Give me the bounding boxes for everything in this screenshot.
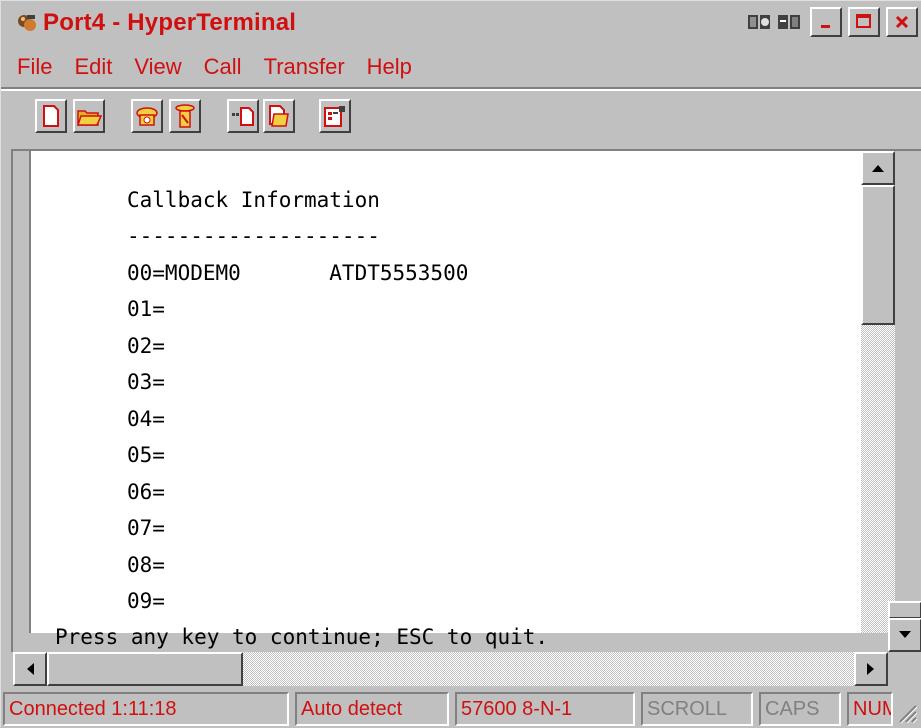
hang-up-icon (175, 104, 195, 128)
tray-icon-2 (774, 7, 804, 37)
vertical-scroll-thumb-lower[interactable] (888, 601, 921, 619)
terminal-line-entry: 08= (127, 553, 165, 577)
send-file-icon (232, 107, 254, 126)
terminal-line-entry: 05= (127, 443, 165, 467)
status-connected: Connected 1:11:18 (3, 692, 289, 726)
scroll-down-button[interactable] (888, 618, 921, 652)
terminal-screen[interactable]: Callback Information -------------------… (29, 151, 895, 649)
terminal-frame: Callback Information -------------------… (11, 149, 921, 652)
scroll-left-button[interactable] (13, 652, 47, 686)
arrow-right-icon (867, 663, 874, 675)
receive-button[interactable] (263, 99, 295, 133)
connect-button[interactable] (131, 99, 163, 133)
new-document-icon (43, 105, 59, 127)
menu-view[interactable]: View (134, 54, 181, 80)
terminal-line-underline: -------------------- (127, 224, 380, 248)
arrow-down-icon (899, 631, 911, 638)
menu-call[interactable]: Call (204, 54, 242, 80)
terminal-line-heading: Callback Information (127, 188, 380, 212)
menu-help[interactable]: Help (367, 54, 412, 80)
terminal-line-entry: 09= (127, 589, 165, 613)
hyperterminal-app-icon[interactable] (15, 11, 39, 35)
menu-file[interactable]: File (17, 54, 52, 80)
title-bar[interactable]: Port4 - HyperTerminal (1, 1, 921, 45)
menu-edit[interactable]: Edit (74, 54, 112, 80)
toolbar (1, 89, 921, 149)
terminal-line-entry: 06= (127, 480, 165, 504)
vertical-scrollbar[interactable] (861, 151, 895, 633)
system-tray-icons (744, 7, 804, 37)
terminal-line-entry: 03= (127, 370, 165, 394)
arrow-left-icon (27, 663, 34, 675)
close-icon (895, 15, 909, 29)
terminal-line-entry: 02= (127, 334, 165, 358)
minimize-button[interactable] (810, 7, 842, 37)
minimize-icon (821, 25, 830, 28)
horizontal-scrollbar[interactable] (13, 652, 888, 686)
properties-button[interactable] (319, 99, 351, 133)
maximize-button[interactable] (848, 7, 880, 37)
arrow-up-icon (872, 165, 884, 172)
horizontal-scroll-thumb[interactable] (47, 652, 243, 686)
vertical-scroll-track-lower[interactable] (888, 601, 921, 652)
status-num: NUM (847, 692, 893, 726)
status-scroll: SCROLL (641, 692, 753, 726)
status-detect: Auto detect (295, 692, 449, 726)
resize-grip-icon[interactable] (896, 702, 918, 724)
scroll-right-button[interactable] (854, 652, 888, 686)
send-button[interactable] (227, 99, 259, 133)
status-caps: CAPS (759, 692, 841, 726)
terminal-line-entry: 07= (127, 516, 165, 540)
terminal-prompt: Press any key to continue; ESC to quit. (55, 625, 549, 649)
close-button[interactable] (886, 7, 918, 37)
open-folder-icon (76, 110, 102, 126)
terminal-line-entry: 00=MODEM0 ATDT5553500 (127, 261, 469, 285)
receive-file-icon (269, 105, 289, 127)
status-bar: Connected 1:11:18 Auto detect 57600 8-N-… (1, 688, 921, 728)
status-port-settings: 57600 8-N-1 (455, 692, 635, 726)
new-connection-button[interactable] (35, 99, 67, 133)
phone-icon (136, 107, 158, 126)
vertical-scroll-thumb[interactable] (861, 185, 895, 325)
menu-transfer[interactable]: Transfer (264, 54, 345, 80)
terminal-line-entry: 01= (127, 297, 165, 321)
maximize-icon (856, 14, 871, 28)
properties-icon (324, 106, 345, 127)
terminal-line-entry: 04= (127, 407, 165, 431)
menu-bar: File Edit View Call Transfer Help (1, 51, 921, 83)
window-title: Port4 - HyperTerminal (43, 9, 297, 36)
scroll-up-button[interactable] (861, 151, 895, 185)
tray-icon-1 (744, 7, 774, 37)
hyperterminal-window: Port4 - HyperTerminal File Edit View Cal… (0, 0, 921, 728)
disconnect-button[interactable] (169, 99, 201, 133)
open-button[interactable] (73, 99, 105, 133)
